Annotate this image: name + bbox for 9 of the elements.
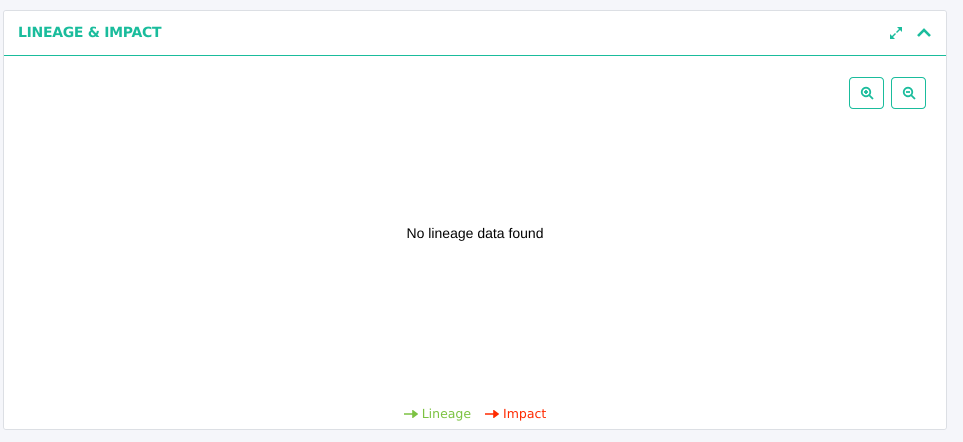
zoom-in-icon — [860, 86, 874, 100]
legend-label: Impact — [503, 406, 546, 421]
panel-title: LINEAGE & IMPACT — [18, 25, 162, 41]
zoom-in-button[interactable] — [849, 77, 884, 109]
expand-icon[interactable] — [888, 25, 904, 41]
zoom-out-button[interactable] — [891, 77, 926, 109]
legend-label: Lineage — [422, 406, 472, 421]
zoom-out-icon — [902, 86, 916, 100]
empty-message: No lineage data found — [406, 224, 544, 240]
